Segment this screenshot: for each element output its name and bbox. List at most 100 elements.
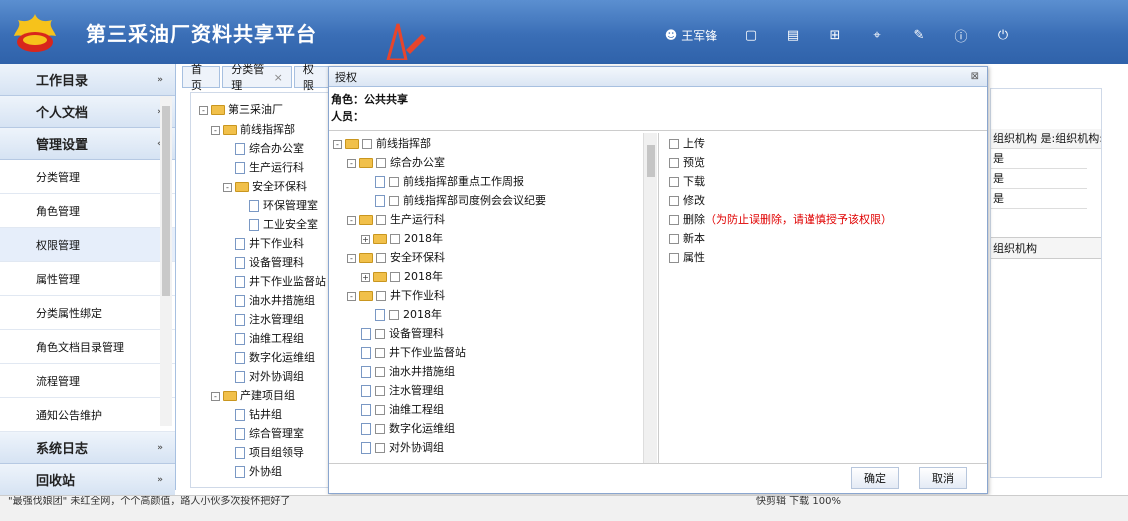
grid-cell[interactable]: 是 <box>991 149 1087 169</box>
sidebar-system-log[interactable]: 系统日志 » <box>0 432 175 464</box>
tree-node[interactable]: 对外协调组 <box>235 368 304 384</box>
tree-node[interactable]: 外协组 <box>235 463 282 479</box>
tree-node[interactable]: 注水管理组 <box>235 311 304 327</box>
help-icon[interactable]: ⓘ <box>940 22 982 48</box>
tree-node[interactable]: 井下作业监督站 <box>361 344 466 362</box>
collapse-icon[interactable]: - <box>223 182 232 192</box>
checkbox[interactable] <box>376 215 386 225</box>
checkbox[interactable] <box>375 405 385 415</box>
tree-node[interactable]: - 安全环保科 <box>223 178 307 194</box>
user-menu[interactable]: ☻ 王军锋 <box>652 22 730 48</box>
edit-icon[interactable]: ✎ <box>898 22 940 48</box>
perm-upload[interactable]: 上传 <box>669 135 705 153</box>
checkbox[interactable] <box>376 291 386 301</box>
tab-home[interactable]: 首页 <box>182 63 221 92</box>
checkbox[interactable] <box>375 386 385 396</box>
sidebar-item-permission[interactable]: 权限管理 <box>0 228 175 262</box>
collapse-icon[interactable]: - <box>199 105 208 115</box>
tree-node[interactable]: 生产运行科 <box>235 159 304 175</box>
checkbox[interactable] <box>669 158 679 168</box>
sidebar-item-category-attr[interactable]: 分类属性绑定 <box>0 296 175 330</box>
fullscreen-icon[interactable]: ⌖ <box>856 22 898 48</box>
collapse-icon[interactable]: - <box>347 253 356 263</box>
expand-icon[interactable]: + <box>361 272 370 282</box>
checkbox[interactable] <box>669 139 679 149</box>
sidebar-personal-docs[interactable]: 个人文档» <box>0 96 175 128</box>
tree-node[interactable]: 设备管理科 <box>235 254 304 270</box>
tree-node[interactable]: - 第三采油厂 <box>199 101 283 117</box>
tree-node[interactable]: +2018年 <box>361 230 443 248</box>
sidebar-item-role[interactable]: 角色管理 <box>0 194 175 228</box>
tree-node[interactable]: 综合办公室 <box>235 140 304 156</box>
ok-button[interactable]: 确定 <box>851 467 899 489</box>
checkbox[interactable] <box>669 196 679 206</box>
close-icon[interactable]: × <box>274 71 283 84</box>
close-icon[interactable]: ⊠ <box>971 71 979 82</box>
checkbox[interactable] <box>375 443 385 453</box>
perm-preview[interactable]: 预览 <box>669 154 705 172</box>
tree-node[interactable]: - 前线指挥部 <box>211 121 295 137</box>
cancel-button[interactable]: 取消 <box>919 467 967 489</box>
tree-node[interactable]: 前线指挥部司度例会会议纪要 <box>375 192 546 210</box>
tree-node[interactable]: 项目组领导 <box>235 444 304 460</box>
sidebar-recycle[interactable]: 回收站 » <box>0 464 175 496</box>
tree-node[interactable]: 井下作业监督站 <box>235 273 326 289</box>
perm-attribute[interactable]: 属性 <box>669 249 705 267</box>
checkbox[interactable] <box>669 253 679 263</box>
checkbox[interactable] <box>389 177 399 187</box>
expand-icon[interactable]: + <box>361 234 370 244</box>
checkbox[interactable] <box>669 177 679 187</box>
collapse-icon[interactable]: - <box>347 291 356 301</box>
tree-node[interactable]: 2018年 <box>375 306 442 324</box>
checkbox[interactable] <box>362 139 372 149</box>
window-icon[interactable]: ⊞ <box>814 22 856 48</box>
power-icon[interactable]: ⏻ <box>982 22 1024 48</box>
sidebar-management[interactable]: 管理设置« <box>0 128 175 160</box>
sidebar-item-attribute[interactable]: 属性管理 <box>0 262 175 296</box>
tab-permission[interactable]: 权限 <box>293 63 333 92</box>
grid-cell[interactable]: 是 <box>991 189 1087 209</box>
tree-node[interactable]: 数字化运维组 <box>235 349 315 365</box>
tree-node[interactable]: - 产建项目组 <box>211 387 295 403</box>
scrollbar-thumb[interactable] <box>162 106 170 296</box>
document-icon[interactable]: ▤ <box>772 22 814 48</box>
checkbox[interactable] <box>375 329 385 339</box>
tree-node[interactable]: - 生产运行科 <box>347 211 445 229</box>
collapse-icon[interactable]: - <box>211 125 220 135</box>
collapse-icon[interactable]: - <box>333 139 342 149</box>
checkbox[interactable] <box>376 158 386 168</box>
collapse-icon[interactable]: - <box>347 158 356 168</box>
sidebar-scrollbar[interactable] <box>160 96 172 426</box>
tree-node[interactable]: 油维工程组 <box>235 330 304 346</box>
tree-node[interactable]: 井下作业科 <box>235 235 304 251</box>
checkbox[interactable] <box>389 196 399 206</box>
sidebar-item-notice[interactable]: 通知公告维护 <box>0 398 175 432</box>
tree-node[interactable]: +2018年 <box>361 268 443 286</box>
perm-version[interactable]: 新本 <box>669 230 705 248</box>
perm-download[interactable]: 下载 <box>669 173 705 191</box>
checkbox[interactable] <box>389 310 399 320</box>
tree-node[interactable]: 钻井组 <box>235 406 282 422</box>
checkbox[interactable] <box>390 272 400 282</box>
checkbox[interactable] <box>375 348 385 358</box>
collapse-icon[interactable]: - <box>211 391 220 401</box>
grid-cell[interactable]: 是 <box>991 169 1087 189</box>
tree-node[interactable]: 对外协调组 <box>361 439 444 457</box>
tree-node[interactable]: - 综合办公室 <box>347 154 445 172</box>
tab-category[interactable]: 分类管理 × <box>222 63 292 92</box>
sidebar-item-workflow[interactable]: 流程管理 <box>0 364 175 398</box>
collapse-icon[interactable]: - <box>347 215 356 225</box>
checkbox[interactable] <box>375 424 385 434</box>
sidebar-item-category[interactable]: 分类管理 <box>0 160 175 194</box>
tree-node[interactable]: 环保管理室 <box>249 197 318 213</box>
scrollbar-thumb[interactable] <box>647 145 655 177</box>
tree-node[interactable]: 工业安全室 <box>249 216 318 232</box>
tree-node[interactable]: 油维工程组 <box>361 401 444 419</box>
tree-node[interactable]: - 前线指挥部 <box>333 135 431 153</box>
sidebar-item-role-dir[interactable]: 角色文档目录管理 <box>0 330 175 364</box>
perm-modify[interactable]: 修改 <box>669 192 705 210</box>
checkbox[interactable] <box>669 215 679 225</box>
checkbox[interactable] <box>669 234 679 244</box>
tree-node[interactable]: 综合管理室 <box>235 425 304 441</box>
tree-node[interactable]: 数字化运维组 <box>361 420 455 438</box>
